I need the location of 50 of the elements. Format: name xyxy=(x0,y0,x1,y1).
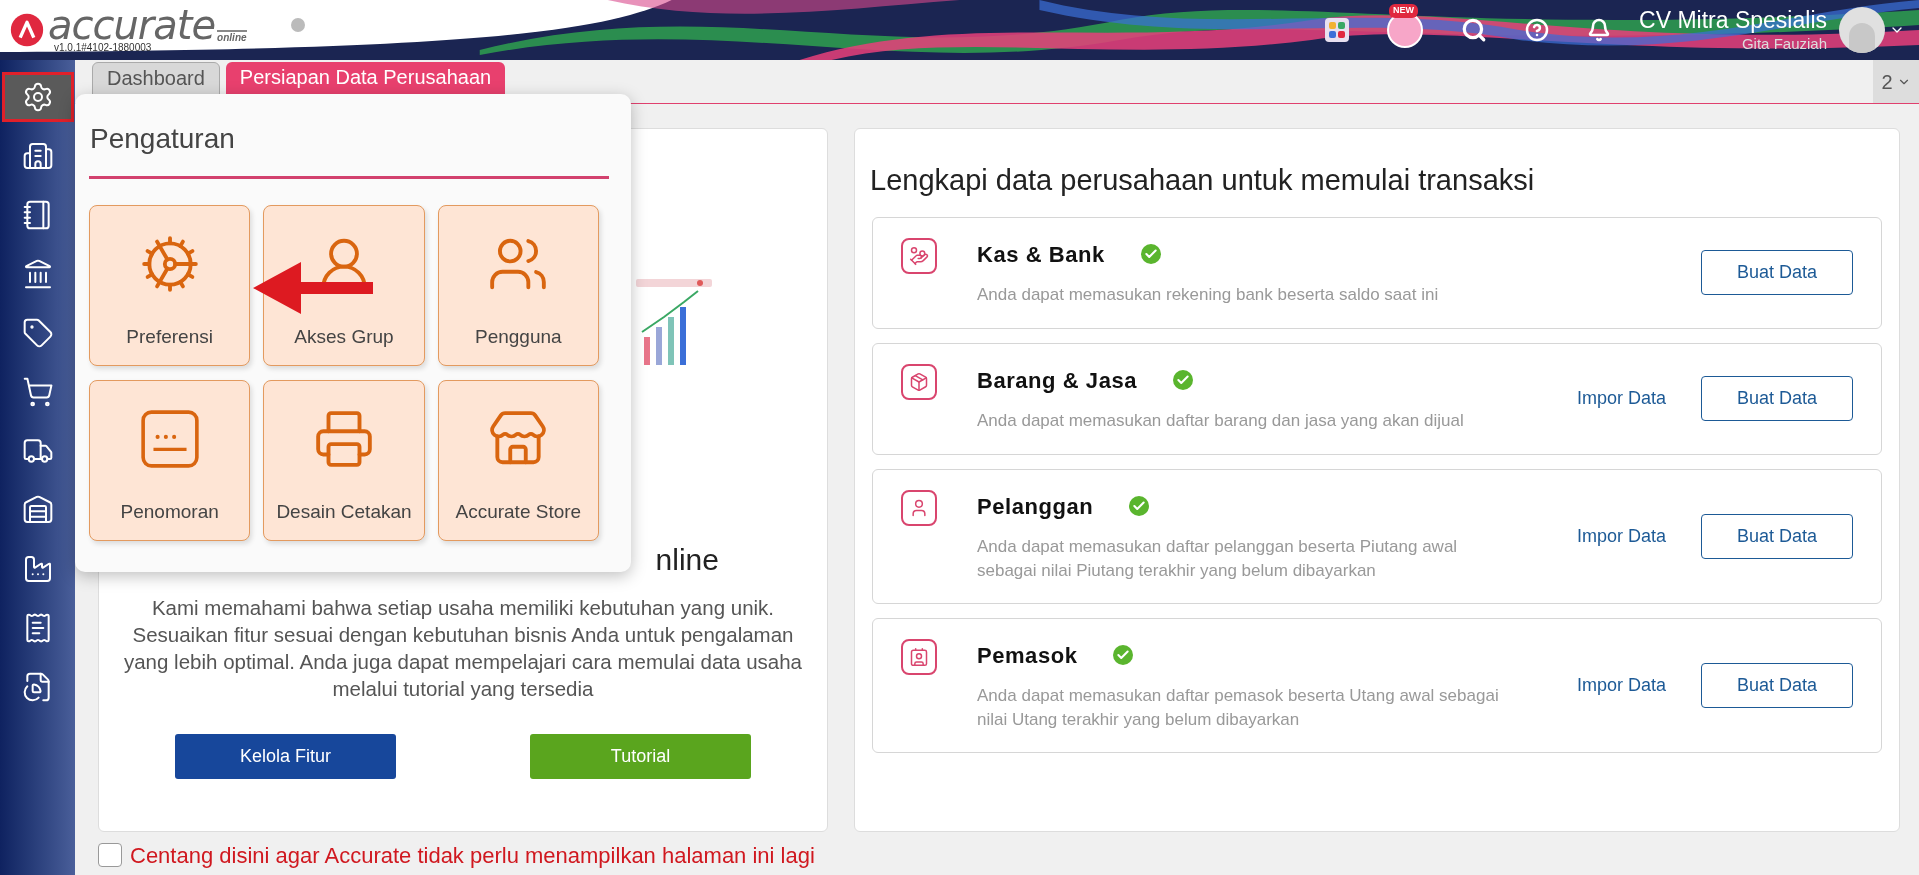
create-button[interactable]: Buat Data xyxy=(1701,662,1853,708)
settings-tile[interactable]: Pengguna xyxy=(437,205,599,366)
contact-icon xyxy=(901,638,937,675)
company-name: CV Mitra Spesialis xyxy=(1639,6,1827,35)
settings-tile[interactable]: Akses Grup xyxy=(263,205,425,366)
help-icon[interactable] xyxy=(1525,18,1550,42)
import-link[interactable]: Impor Data xyxy=(1576,522,1666,550)
numbering-icon xyxy=(138,407,201,470)
package-icon xyxy=(901,363,937,400)
notification-icon[interactable] xyxy=(1587,18,1612,42)
price-tag-icon xyxy=(21,317,54,349)
brand-name: accurate xyxy=(48,7,216,43)
import-link[interactable]: Impor Data xyxy=(1576,671,1666,699)
user-name: Gita Fauziah xyxy=(1741,35,1827,54)
checkbox-label: Centang disini agar Accurate tidak perlu menampilkan halaman ini lagi xyxy=(130,841,815,870)
create-button[interactable]: Buat Data xyxy=(1701,250,1853,295)
logo-icon xyxy=(10,13,44,47)
row-title: Pelanggan xyxy=(977,492,1094,521)
settings-tile[interactable]: Accurate Store xyxy=(437,380,599,541)
new-badge: NEW xyxy=(1389,4,1419,18)
manage-features-button[interactable]: Kelola Fitur xyxy=(175,734,396,779)
warehouse-icon xyxy=(21,494,54,526)
person-icon xyxy=(901,489,937,526)
intro-description: Kami memahami bahwa setiap usaha memiliki kebutuhan yang unik. Sesuaikan fitur sesuai dengan kebutuhan bisnis Anda untuk pengalaman yang lebih optimal. Anda juga dapat mempelajari cara memulai data usaha melalui tutorial yang tersedia xyxy=(122,595,804,702)
menu-title: Pengaturan xyxy=(89,122,236,156)
settings-tile[interactable]: Penomoran xyxy=(89,380,251,541)
row-title: Pemasok xyxy=(977,641,1078,670)
create-button[interactable]: Buat Data xyxy=(1701,513,1853,559)
row-description: Anda dapat memasukan daftar pelanggan beserta Piutang awal sebagai nilai Piutang terakhir yang belum dibayarkan xyxy=(977,535,1459,582)
apps-icon[interactable] xyxy=(1325,18,1350,42)
row-title: Barang & Jasa xyxy=(977,366,1137,395)
row-description: Anda dapat memasukan rekening bank beserta saldo saat ini xyxy=(977,283,1440,306)
search-icon[interactable] xyxy=(1461,17,1488,43)
row-title: Kas & Bank xyxy=(977,240,1105,269)
brand-subtitle: online xyxy=(217,30,247,43)
create-button[interactable]: Buat Data xyxy=(1701,376,1853,421)
intro-title: nline xyxy=(655,542,719,578)
row-description: Anda dapat memasukan daftar pemasok beserta Utang awal sebagai nilai Utang terakhir yang belum dibayarkan xyxy=(977,684,1500,731)
row-description: Anda dapat memasukan daftar barang dan jasa yang akan dijual xyxy=(977,409,1465,432)
settings-tile[interactable]: Desain Cetakan xyxy=(263,380,425,541)
version-text: v1.0.1#4102-1880003 xyxy=(54,43,153,53)
money-icon xyxy=(901,237,937,274)
import-link[interactable]: Impor Data xyxy=(1576,385,1666,412)
settings-tile[interactable]: Preferensi xyxy=(89,205,251,366)
sidebar-item[interactable] xyxy=(1,72,74,122)
setup-title: Lengkapi data perusahaan untuk memulai transaksi xyxy=(870,163,1536,198)
cart-icon xyxy=(21,376,54,408)
checkbox[interactable] xyxy=(98,843,122,867)
building-icon xyxy=(21,140,54,172)
tab-count-dropdown[interactable]: 2 xyxy=(1873,60,1919,103)
